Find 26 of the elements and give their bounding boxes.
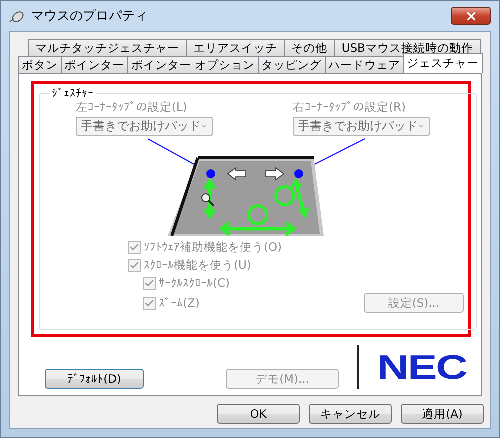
tab[interactable]: ポインター: [60, 56, 128, 73]
group-label: ｼﾞｪｽﾁｬｰ: [51, 87, 95, 100]
dropdown-label: 右ｺｰﾅｰﾀｯﾌﾟの設定(R): [293, 100, 407, 115]
mouse-icon: [9, 9, 25, 23]
dropdown-label: 左ｺｰﾅｰﾀｯﾌﾟの設定(L): [76, 100, 188, 115]
close-icon: [464, 10, 478, 22]
dialog-button[interactable]: キャンセル: [309, 404, 392, 424]
window-title: マウスのプロパティ: [31, 8, 149, 25]
tab[interactable]: ポインター オプション: [127, 56, 259, 73]
tab[interactable]: USBマウス接続時の動作: [334, 39, 481, 56]
tab[interactable]: エリアスイッチ: [186, 39, 286, 56]
close-button[interactable]: [451, 7, 491, 25]
checkbox-label: ｿﾌﾄｳｪｱ補助機能を使う(O): [144, 240, 282, 255]
tab[interactable]: ハードウェア: [324, 56, 404, 73]
tab[interactable]: ボタン: [18, 56, 62, 73]
tab[interactable]: その他: [284, 39, 336, 56]
checkbox-label: ｻｰｸﾙｽｸﾛｰﾙ(C): [159, 276, 230, 290]
tab[interactable]: タッピング: [258, 56, 326, 73]
dialog-button[interactable]: OK: [217, 404, 300, 424]
dialog-button[interactable]: 適用(A): [401, 404, 484, 424]
logo: NEC: [376, 348, 468, 388]
tab[interactable]: ジェスチャー: [403, 53, 483, 73]
default-button[interactable]: ﾃﾞﾌｫﾙﾄ(D): [45, 369, 144, 389]
checkbox-label: ｽｸﾛｰﾙ機能を使う(U): [144, 258, 252, 273]
checkbox-label: ｽﾞｰﾑ(Z): [159, 296, 200, 310]
tab[interactable]: マルチタッチジェスチャー: [28, 39, 188, 56]
